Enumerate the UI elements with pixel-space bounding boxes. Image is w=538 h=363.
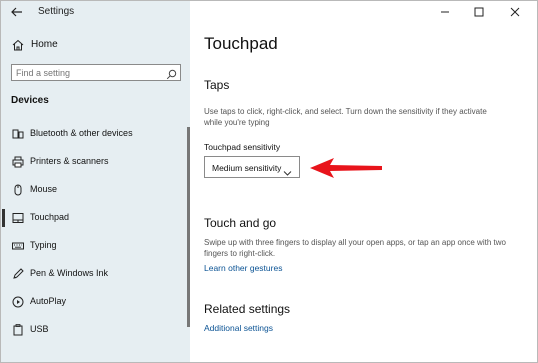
learn-gestures-link[interactable]: Learn other gestures	[204, 263, 282, 273]
sidebar-item-autoplay[interactable]: AutoPlay	[1, 290, 190, 314]
sidebar-item-label: Printers & scanners	[30, 156, 109, 166]
taps-heading: Taps	[204, 78, 230, 92]
sidebar-item-label: AutoPlay	[30, 296, 67, 306]
devices-section-title: Devices	[11, 95, 49, 106]
sidebar-item-mouse[interactable]: Mouse	[1, 178, 190, 202]
related-settings-heading: Related settings	[204, 302, 291, 316]
touch-and-go-heading: Touch and go	[204, 216, 277, 230]
touch-and-go-description: Swipe up with three fingers to display a…	[204, 238, 506, 258]
autoplay-icon	[12, 295, 24, 308]
settings-window: Settings Home Devices Bluetooth & other …	[0, 0, 538, 363]
search-box[interactable]	[11, 64, 181, 81]
app-title: Settings	[38, 6, 75, 17]
selection-indicator	[2, 209, 5, 227]
window-controls	[429, 1, 537, 23]
maximize-button[interactable]	[463, 1, 495, 23]
maximize-icon	[474, 7, 484, 17]
sidebar-item-bluetooth[interactable]: Bluetooth & other devices	[1, 122, 190, 146]
sidebar-item-label: Typing	[30, 240, 57, 250]
page-title: Touchpad	[204, 34, 278, 53]
bluetooth-icon	[12, 127, 24, 139]
sidebar-item-label: Mouse	[30, 184, 58, 194]
sidebar-item-printers[interactable]: Printers & scanners	[1, 150, 190, 174]
additional-settings-link[interactable]: Additional settings	[204, 323, 273, 333]
sidebar-item-pen[interactable]: Pen & Windows Ink	[1, 262, 190, 286]
sidebar-item-label: USB	[30, 324, 49, 334]
printer-icon	[12, 155, 24, 168]
close-button[interactable]	[499, 1, 531, 23]
title-bar: Settings	[1, 1, 190, 23]
keyboard-icon	[12, 239, 24, 251]
home-label: Home	[31, 39, 58, 50]
sensitivity-dropdown[interactable]: Medium sensitivity	[204, 156, 300, 178]
sidebar-item-usb[interactable]: USB	[1, 318, 190, 342]
sidebar-item-label: Pen & Windows Ink	[30, 268, 109, 278]
search-input[interactable]	[16, 66, 161, 79]
taps-description: Use taps to click, right-click, and sele…	[204, 107, 487, 127]
sensitivity-value: Medium sensitivity	[212, 163, 282, 173]
sidebar-item-label: Touchpad	[30, 212, 70, 222]
annotation-arrow-icon	[308, 157, 384, 179]
pen-icon	[12, 267, 24, 279]
main-content: Touchpad Taps Use taps to click, right-c…	[190, 1, 537, 362]
home-nav-item[interactable]: Home	[1, 35, 190, 55]
chevron-down-icon	[283, 164, 292, 176]
sidebar-item-typing[interactable]: Typing	[1, 234, 190, 258]
sensitivity-label: Touchpad sensitivity	[204, 142, 281, 152]
usb-icon	[12, 323, 24, 336]
minimize-button[interactable]	[429, 1, 461, 23]
back-arrow-icon[interactable]	[9, 4, 25, 20]
minimize-icon	[441, 11, 449, 13]
search-icon[interactable]	[166, 67, 177, 80]
sidebar: Settings Home Devices Bluetooth & other …	[1, 1, 190, 362]
sidebar-item-label: Bluetooth & other devices	[30, 128, 133, 138]
home-icon	[11, 38, 25, 52]
close-icon	[510, 7, 520, 17]
touchpad-icon	[12, 211, 24, 223]
sidebar-item-touchpad[interactable]: Touchpad	[1, 206, 190, 230]
mouse-icon	[12, 183, 24, 196]
